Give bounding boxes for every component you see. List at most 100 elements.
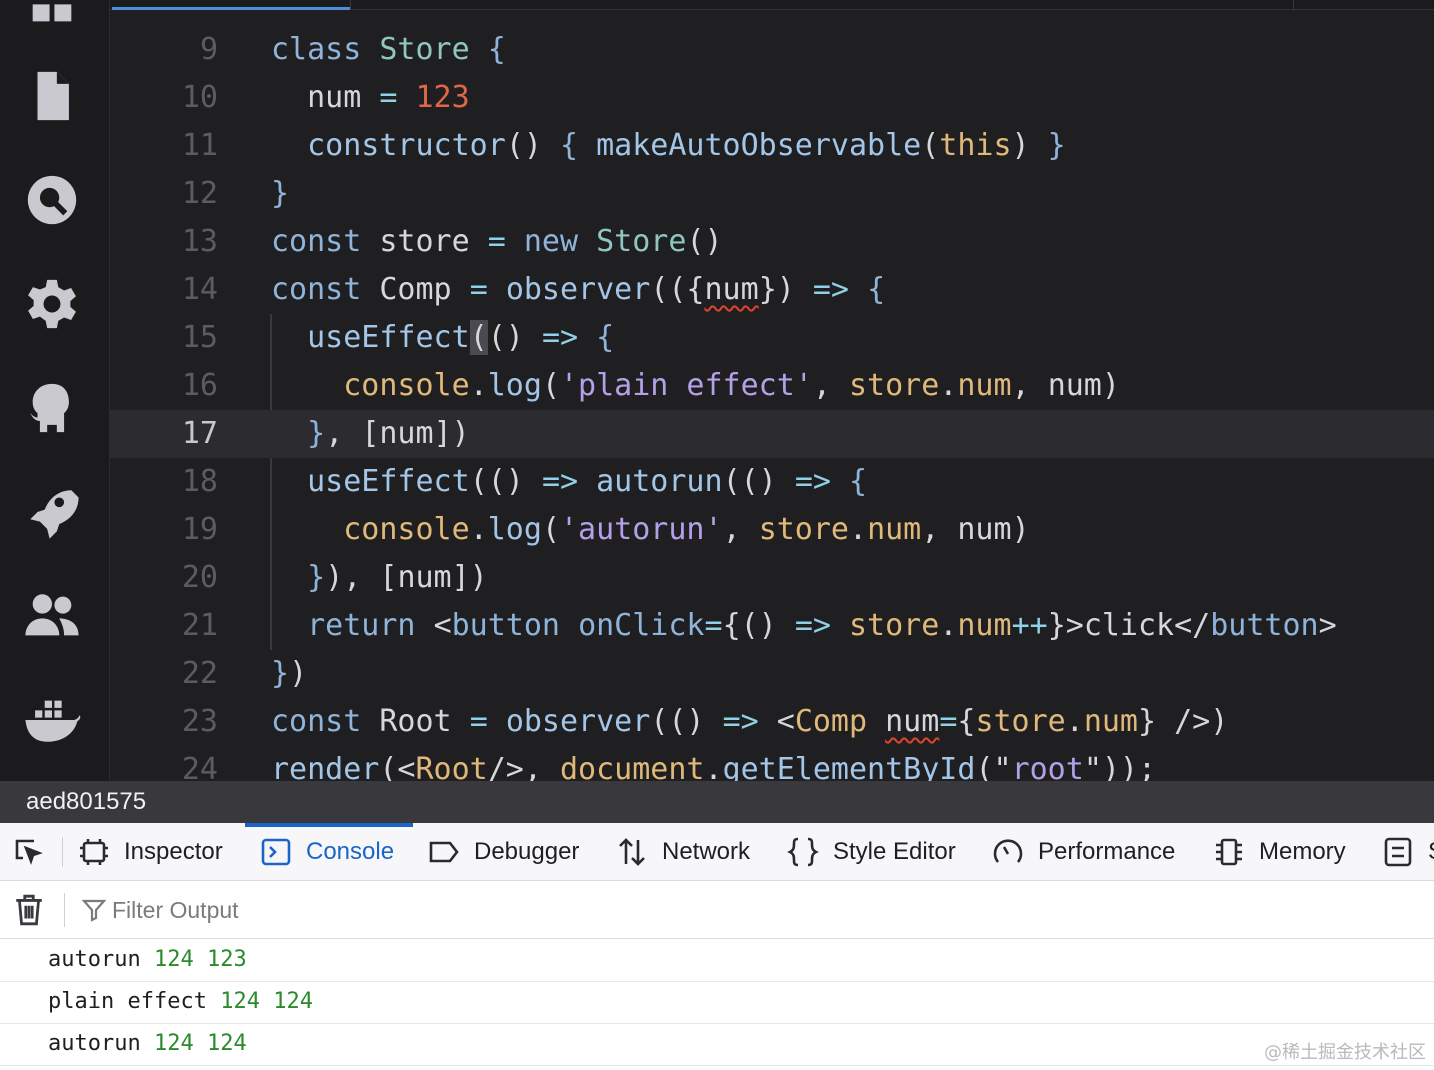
extensions-icon[interactable] (20, 0, 84, 34)
files-icon[interactable] (20, 64, 84, 128)
code-token: />, (487, 752, 560, 781)
code-token: document (560, 752, 705, 781)
tab-console[interactable]: Console (260, 823, 394, 881)
code-token: const (271, 704, 380, 739)
code-line[interactable]: 11 constructor() { makeAutoObservable(th… (110, 122, 1434, 170)
code-token: [ (379, 560, 398, 595)
code-token: num (885, 704, 940, 739)
line-source: render(<Root/>, document.getElementById(… (271, 746, 1156, 781)
storage-icon (1384, 837, 1412, 867)
code-token: ( (469, 320, 488, 355)
code-token: 'autorun' (560, 512, 723, 547)
code-line[interactable]: 17 }, [num]) (110, 410, 1434, 458)
console-filter-bar (0, 881, 1434, 939)
tab-network[interactable]: Network (616, 823, 750, 881)
code-token: (() (722, 464, 795, 499)
code-token: ( (541, 368, 560, 403)
tab-memory[interactable]: Memory (1213, 823, 1346, 881)
code-token: num (957, 608, 1012, 643)
code-token: const (271, 224, 380, 259)
code-token: ( (541, 512, 560, 547)
code-token: { (849, 464, 868, 499)
code-line[interactable]: 12} (110, 170, 1434, 218)
code-token: = (379, 80, 416, 115)
code-token: { (487, 32, 506, 67)
code-line[interactable]: 20 }), [num]) (110, 554, 1434, 602)
code-token: } (271, 560, 326, 595)
code-line[interactable]: 24 render(<Root/>, document.getElementByI… (110, 746, 1434, 781)
tab-storage[interactable]: S (1382, 823, 1434, 881)
log-label: autorun (48, 1031, 141, 1056)
code-token: { (867, 272, 886, 307)
code-line[interactable]: 9 class Store { (110, 26, 1434, 74)
console-icon (261, 838, 291, 866)
code-token: ) (1011, 128, 1048, 163)
tab-debugger[interactable]: Debugger (428, 823, 579, 881)
code-token: => (794, 608, 849, 643)
code-token: , (921, 512, 958, 547)
code-lines[interactable]: 9 class Store {10 num = 123 11 constructor… (110, 26, 1434, 781)
code-token: = (939, 704, 958, 739)
line-source: num = 123 (271, 74, 470, 122)
activity-bar (0, 0, 110, 781)
clear-console-trash-icon[interactable] (12, 893, 46, 927)
users-icon[interactable] (20, 584, 84, 648)
code-line[interactable]: 13 const store = new Store() (110, 218, 1434, 266)
code-token: Root (379, 704, 470, 739)
code-line[interactable]: 18 useEffect(() => autorun(() => { (110, 458, 1434, 506)
line-number: 9 (199, 32, 218, 67)
docker-icon[interactable] (20, 688, 84, 752)
code-line[interactable]: 21 return <button onClick={() => store.n… (110, 602, 1434, 650)
code-token: store (849, 368, 940, 403)
line-source: }), [num]) (271, 554, 488, 602)
code-token: 123 (415, 80, 470, 115)
line-number: 17 (181, 416, 218, 451)
tab-style-editor[interactable]: Style Editor (787, 823, 956, 881)
code-token: > (1318, 608, 1337, 643)
rocket-icon[interactable] (20, 480, 84, 544)
code-token: . (469, 368, 488, 403)
element-picker-button[interactable] (12, 823, 44, 881)
console-log-row[interactable]: autorun 124 123 (0, 940, 1434, 982)
code-token: . (939, 608, 958, 643)
line-number: 12 (181, 176, 218, 211)
code-line[interactable]: 15 useEffect(() => { (110, 314, 1434, 362)
line-source: }, [num]) (271, 410, 470, 458)
code-token: ]) (451, 560, 488, 595)
code-token: observer (505, 272, 651, 307)
tab-inspector[interactable]: Inspector (78, 823, 223, 881)
code-line[interactable]: 14 const Comp = observer(({num}) => { (110, 266, 1434, 314)
tab-divider (1293, 0, 1294, 10)
code-line[interactable]: 22}) (110, 650, 1434, 698)
code-token: [ (361, 416, 380, 451)
line-source: const Root = observer(() => <Comp num={s… (271, 698, 1228, 746)
code-token: Comp (794, 704, 886, 739)
code-line[interactable]: 10 num = 123 (110, 74, 1434, 122)
code-token: { (596, 320, 615, 355)
code-token: => (812, 272, 868, 307)
code-token: () (686, 224, 723, 259)
code-token: num (1083, 704, 1138, 739)
settings-gear-icon[interactable] (20, 272, 84, 336)
line-source: useEffect(() => { (271, 314, 614, 362)
active-tab-indicator (112, 7, 350, 10)
filter-funnel-icon (81, 898, 107, 922)
log-number-value: 124 (273, 989, 313, 1014)
code-line[interactable]: 19 console.log('autorun', store.num, num… (110, 506, 1434, 554)
code-token: return (271, 608, 434, 643)
code-line[interactable]: 23 const Root = observer(() => <Comp num=… (110, 698, 1434, 746)
filter-output-input[interactable] (112, 891, 712, 929)
search-icon[interactable] (20, 168, 84, 232)
debugger-icon (429, 841, 459, 863)
code-line[interactable]: 16 console.log('plain effect', store.num… (110, 362, 1434, 410)
line-number: 22 (181, 656, 218, 691)
code-token: store (379, 224, 488, 259)
console-log-row[interactable]: plain effect 124 124 (0, 982, 1434, 1024)
tab-label: Style Editor (833, 838, 956, 865)
github-icon[interactable] (20, 376, 84, 440)
code-editor[interactable]: 9 class Store {10 num = 123 11 constructor… (0, 0, 1434, 781)
console-log-row[interactable]: autorun 124 124 (0, 1024, 1434, 1066)
code-token: num (379, 416, 434, 451)
commit-hash[interactable]: aed801575 (26, 781, 146, 823)
tab-performance[interactable]: Performance (992, 823, 1175, 881)
